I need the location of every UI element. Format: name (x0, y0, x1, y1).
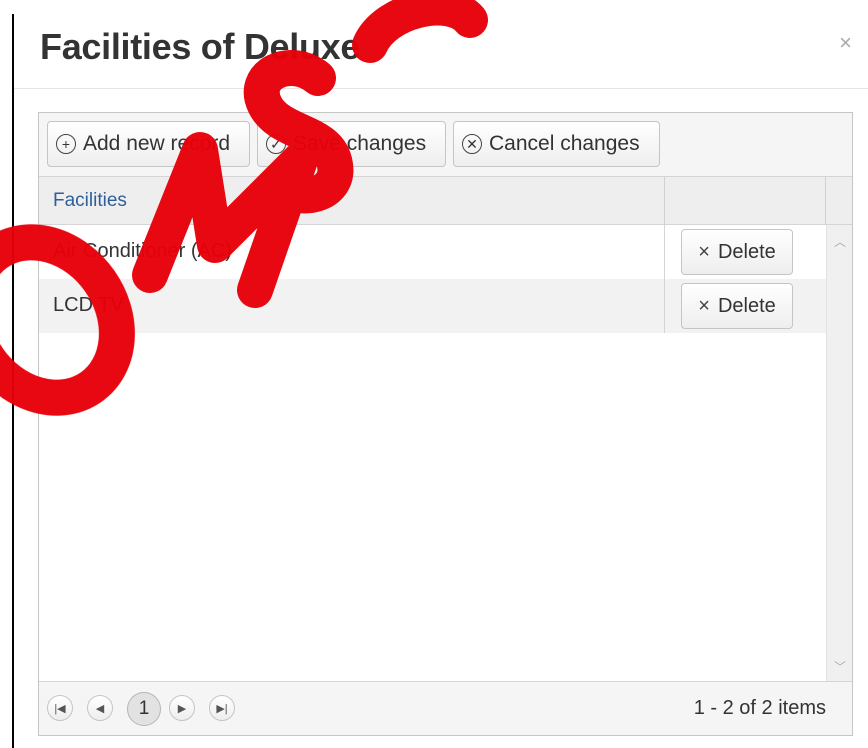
current-page[interactable]: 1 (127, 692, 161, 726)
add-new-record-label: Add new record (83, 132, 231, 155)
save-changes-button[interactable]: ✓ Save changes (257, 121, 446, 167)
column-divider (825, 177, 826, 225)
cell-divider (664, 279, 665, 333)
facilities-grid: + Add new record ✓ Save changes ✕ Cancel… (38, 112, 853, 736)
close-icon: × (698, 294, 710, 317)
first-page-icon[interactable]: |◀ (47, 695, 73, 721)
cancel-changes-button[interactable]: ✕ Cancel changes (453, 121, 660, 167)
delete-label: Delete (717, 294, 776, 317)
close-icon: × (698, 240, 710, 263)
close-icon[interactable]: × (839, 30, 852, 56)
last-page-icon[interactable]: ▶| (209, 695, 235, 721)
check-icon: ✓ (266, 134, 286, 154)
column-header-facilities[interactable]: Facilities (53, 190, 127, 212)
grid-toolbar: + Add new record ✓ Save changes ✕ Cancel… (39, 113, 852, 177)
chevron-down-icon[interactable]: ﹀ (834, 658, 846, 675)
vertical-scrollbar[interactable]: ︿ ﹀ (826, 225, 852, 681)
delete-button[interactable]: × Delete (681, 229, 793, 275)
plus-icon: + (56, 134, 76, 154)
grid-column-header: Facilities (39, 177, 852, 225)
delete-label: Delete (717, 240, 776, 263)
cancel-changes-label: Cancel changes (489, 132, 640, 155)
dialog-title: Facilities of Deluxe (40, 26, 361, 67)
facility-cell: LCD TV (53, 294, 124, 316)
grid-content: Air Conditioner (AC) × Delete LCD TV × D… (39, 225, 826, 681)
cell-divider (664, 225, 665, 279)
previous-page-icon[interactable]: ◀ (87, 695, 113, 721)
facility-cell: Air Conditioner (AC) (53, 240, 232, 262)
add-new-record-button[interactable]: + Add new record (47, 121, 250, 167)
next-page-icon[interactable]: ▶ (169, 695, 195, 721)
grid-pager: |◀ ◀ 1 ▶ ▶| 1 - 2 of 2 items (39, 681, 852, 735)
dialog-header: Facilities of Deluxe × (14, 0, 868, 89)
column-divider (664, 177, 665, 225)
chevron-up-icon[interactable]: ︿ (834, 233, 846, 250)
cancel-icon: ✕ (462, 134, 482, 154)
window-edge (12, 14, 14, 748)
table-row[interactable]: Air Conditioner (AC) × Delete (39, 225, 826, 279)
page: Facilities of Deluxe × + Add new record … (0, 0, 868, 748)
pager-info: 1 - 2 of 2 items (693, 697, 826, 719)
delete-button[interactable]: × Delete (681, 283, 793, 329)
save-changes-label: Save changes (293, 132, 427, 155)
table-row[interactable]: LCD TV × Delete (39, 279, 826, 333)
